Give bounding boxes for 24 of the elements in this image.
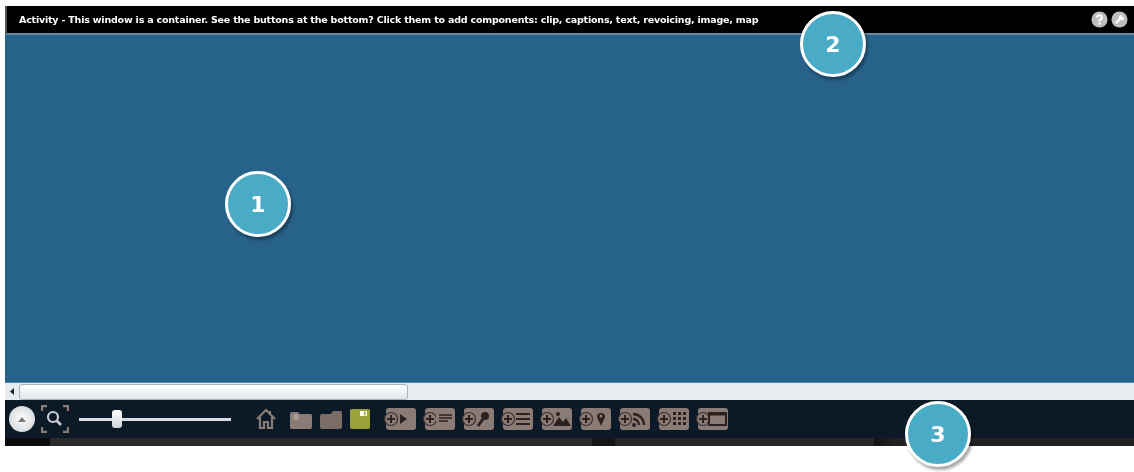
add-lines-icon[interactable] <box>500 405 536 433</box>
window-title: Activity - This window is a container. See the buttons at the bottom? Click them to add components: clip, captions, text, revoicing, image, map <box>19 14 760 25</box>
callout-number: 3 <box>930 421 946 447</box>
scrollbar-thumb[interactable] <box>19 383 408 400</box>
home-icon[interactable] <box>255 408 277 430</box>
zoom-icon[interactable] <box>41 405 69 433</box>
callout-number: 1 <box>250 191 266 217</box>
help-icon[interactable] <box>1091 11 1108 28</box>
collapse-button[interactable] <box>9 406 35 432</box>
add-feed-icon[interactable] <box>617 405 653 433</box>
add-grid-icon[interactable] <box>656 405 692 433</box>
folder-icon[interactable] <box>319 408 343 430</box>
add-play-icon[interactable] <box>383 405 419 433</box>
add-pin-icon[interactable] <box>578 405 614 433</box>
slider-thumb[interactable] <box>112 410 122 428</box>
add-caption-icon[interactable] <box>422 405 458 433</box>
callout-number: 2 <box>825 31 841 57</box>
horizontal-scrollbar[interactable] <box>5 382 1134 400</box>
save-icon[interactable] <box>349 408 371 430</box>
wrench-icon[interactable] <box>1111 11 1128 28</box>
add-frame-icon[interactable] <box>695 405 731 433</box>
caret-up-icon <box>17 416 27 422</box>
add-image-icon[interactable] <box>539 405 575 433</box>
add-microphone-icon[interactable] <box>461 405 497 433</box>
